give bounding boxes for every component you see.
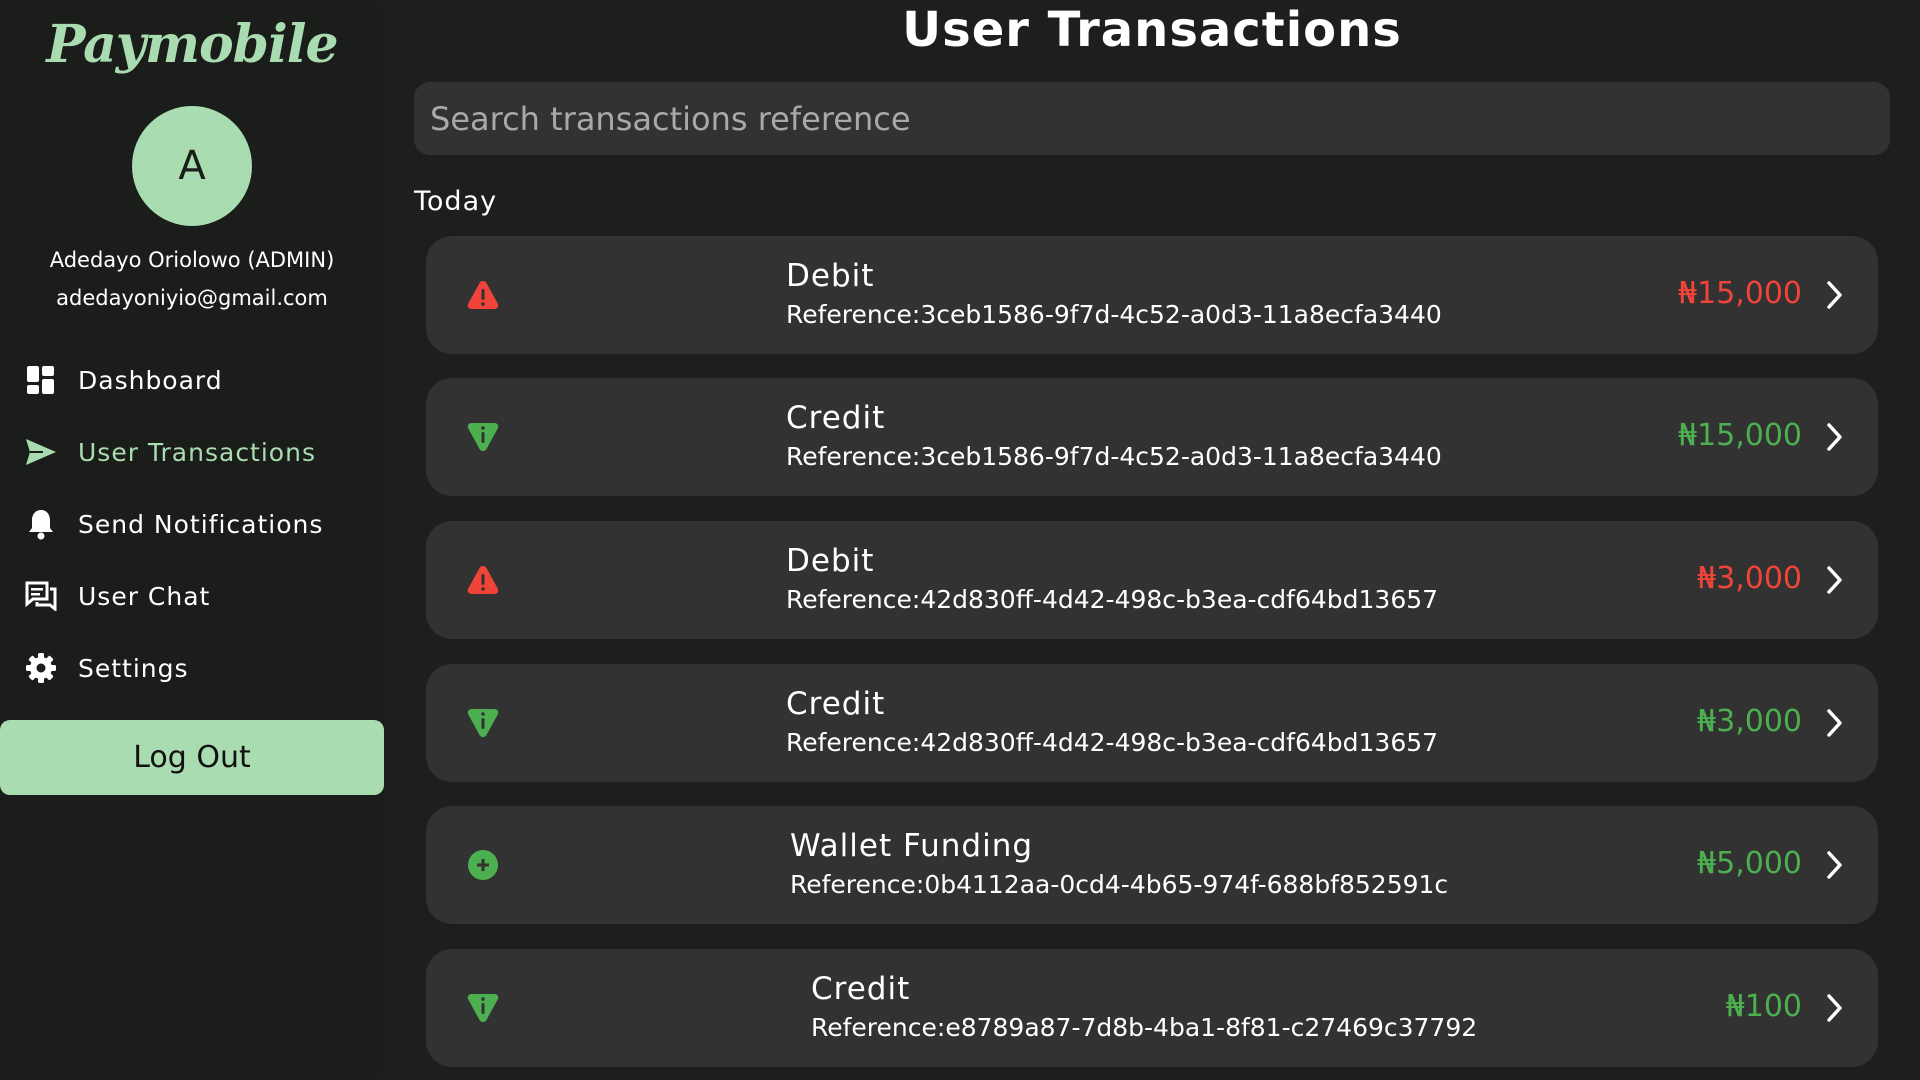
avatar[interactable]: A	[132, 106, 252, 226]
transaction-row[interactable]: Debit Reference:42d830ff-4d42-498c-b3ea-…	[426, 521, 1878, 639]
chevron-right-icon[interactable]	[1824, 706, 1846, 740]
transaction-row[interactable]: Credit Reference:e8789a87-7d8b-4ba1-8f81…	[426, 949, 1878, 1067]
plus-circle-icon	[466, 848, 500, 882]
chevron-right-icon[interactable]	[1824, 278, 1846, 312]
transaction-reference: Reference:42d830ff-4d42-498c-b3ea-cdf64b…	[786, 585, 1439, 614]
sidebar-item-user-transactions[interactable]: User Transactions	[24, 430, 364, 474]
transaction-amount: ₦3,000	[1697, 704, 1802, 739]
transaction-type: Debit	[786, 258, 875, 294]
transaction-row[interactable]: Wallet Funding Reference:0b4112aa-0cd4-4…	[426, 806, 1878, 924]
transaction-reference: Reference:3ceb1586-9f7d-4c52-a0d3-11a8ec…	[786, 442, 1442, 471]
chevron-right-icon[interactable]	[1824, 420, 1846, 454]
sidebar-item-label: Settings	[78, 653, 189, 683]
transaction-amount: ₦3,000	[1697, 561, 1802, 596]
sidebar-item-label: User Chat	[78, 581, 211, 611]
section-heading: Today	[414, 186, 498, 217]
page-title: User Transactions	[902, 2, 1402, 58]
sidebar-item-label: Send Notifications	[78, 509, 324, 539]
transaction-type: Credit	[786, 686, 886, 722]
gear-icon	[24, 651, 58, 685]
sidebar-item-dashboard[interactable]: Dashboard	[24, 358, 364, 402]
transaction-amount: ₦15,000	[1677, 418, 1802, 453]
credit-icon	[466, 706, 500, 740]
transaction-row[interactable]: Debit Reference:3ceb1586-9f7d-4c52-a0d3-…	[426, 236, 1878, 354]
brand-logo: Paymobile	[46, 14, 338, 75]
credit-icon	[466, 991, 500, 1025]
sidebar: Paymobile A Adedayo Oriolowo (ADMIN) ade…	[0, 0, 384, 1080]
credit-icon	[466, 420, 500, 454]
logout-button[interactable]: Log Out	[0, 720, 384, 795]
sidebar-item-user-chat[interactable]: User Chat	[24, 574, 364, 618]
search-bar[interactable]	[414, 82, 1890, 155]
user-name: Adedayo Oriolowo (ADMIN)	[49, 248, 335, 272]
user-email: adedayoniyio@gmail.com	[56, 286, 328, 310]
transaction-reference: Reference:3ceb1586-9f7d-4c52-a0d3-11a8ec…	[786, 300, 1442, 329]
sidebar-item-send-notifications[interactable]: Send Notifications	[24, 502, 364, 546]
chevron-right-icon[interactable]	[1824, 991, 1846, 1025]
chevron-right-icon[interactable]	[1824, 848, 1846, 882]
transaction-type: Credit	[786, 400, 886, 436]
send-icon	[24, 435, 58, 469]
sidebar-item-settings[interactable]: Settings	[24, 646, 364, 690]
transaction-reference: Reference:e8789a87-7d8b-4ba1-8f81-c27469…	[811, 1013, 1478, 1042]
transaction-amount: ₦5,000	[1697, 846, 1802, 881]
transaction-amount: ₦100	[1725, 989, 1802, 1024]
dashboard-icon	[24, 363, 58, 397]
transaction-type: Wallet Funding	[790, 828, 1034, 864]
transaction-amount: ₦15,000	[1677, 276, 1802, 311]
transaction-type: Debit	[786, 543, 875, 579]
search-input[interactable]	[430, 99, 1890, 138]
warning-icon	[466, 278, 500, 312]
sidebar-item-label: User Transactions	[78, 437, 316, 467]
bell-icon	[24, 507, 58, 541]
transaction-reference: Reference:42d830ff-4d42-498c-b3ea-cdf64b…	[786, 728, 1439, 757]
sidebar-item-label: Dashboard	[78, 365, 223, 395]
transaction-row[interactable]: Credit Reference:3ceb1586-9f7d-4c52-a0d3…	[426, 378, 1878, 496]
transaction-row[interactable]: Credit Reference:42d830ff-4d42-498c-b3ea…	[426, 664, 1878, 782]
chat-icon	[24, 579, 58, 613]
app: Paymobile A Adedayo Oriolowo (ADMIN) ade…	[0, 0, 1920, 1080]
transaction-reference: Reference:0b4112aa-0cd4-4b65-974f-688bf8…	[790, 870, 1449, 899]
main-content: User Transactions Today Debit Reference:…	[384, 0, 1920, 1080]
avatar-initial: A	[178, 143, 206, 189]
chevron-right-icon[interactable]	[1824, 563, 1846, 597]
warning-icon	[466, 563, 500, 597]
transaction-type: Credit	[811, 971, 911, 1007]
